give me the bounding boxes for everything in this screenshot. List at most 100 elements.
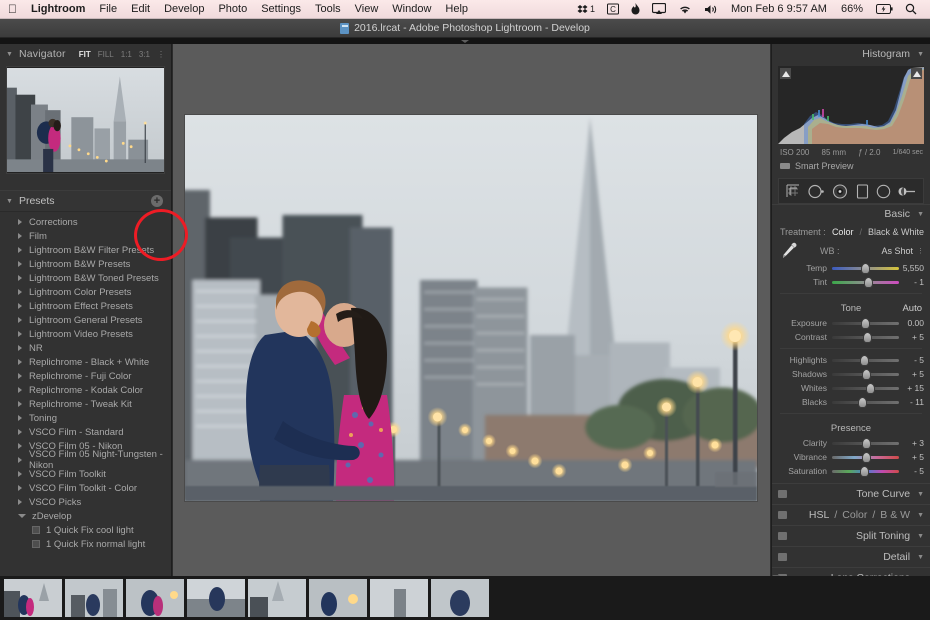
chevron-right-icon[interactable] xyxy=(18,457,22,463)
volume-icon[interactable] xyxy=(698,4,724,15)
panel-tone-curve[interactable]: Tone Curve ▼ xyxy=(772,483,930,504)
histogram-graph[interactable] xyxy=(778,66,924,144)
filmstrip-thumb[interactable] xyxy=(187,579,245,617)
preset-folder[interactable]: Lightroom B&W Toned Presets xyxy=(0,271,171,285)
chevron-right-icon[interactable] xyxy=(18,499,22,505)
preset-folder[interactable]: Lightroom Color Presets xyxy=(0,285,171,299)
preset-folder[interactable]: Replichrome - Kodak Color xyxy=(0,383,171,397)
slider-vibrance[interactable]: Vibrance + 5 xyxy=(772,450,930,464)
develop-canvas[interactable] xyxy=(185,115,757,501)
panel-detail[interactable]: Detail ▼ xyxy=(772,546,930,567)
chevron-right-icon[interactable] xyxy=(18,233,22,239)
character-viewer-icon[interactable]: C xyxy=(601,3,625,15)
slider-highlights-track[interactable] xyxy=(832,354,899,366)
slider-vibrance-track[interactable] xyxy=(832,451,899,463)
preset-folder[interactable]: Replichrome - Black + White xyxy=(0,355,171,369)
slider-whites[interactable]: Whites + 15 xyxy=(772,381,930,395)
chevron-right-icon[interactable] xyxy=(18,359,22,365)
chevron-down-icon[interactable]: ▼ xyxy=(6,198,13,205)
navigator-thumbnail[interactable] xyxy=(6,66,165,174)
chevron-right-icon[interactable] xyxy=(18,247,22,253)
chevron-right-icon[interactable] xyxy=(18,373,22,379)
chevron-right-icon[interactable] xyxy=(18,443,22,449)
wb-preset-dropdown[interactable]: As Shot ⋮ xyxy=(881,246,924,256)
panel-split-toning[interactable]: Split Toning ▼ xyxy=(772,525,930,546)
chevron-right-icon[interactable] xyxy=(18,289,22,295)
chevron-down-icon[interactable]: ▼ xyxy=(917,51,924,58)
hsl-bw-option[interactable]: B & W xyxy=(880,509,910,521)
filmstrip[interactable] xyxy=(0,576,930,620)
slider-blacks-track[interactable] xyxy=(832,396,899,408)
preset-folder[interactable]: VSCO Picks xyxy=(0,495,171,509)
chevron-down-icon[interactable]: ▼ xyxy=(917,554,924,561)
panel-toggle-switch[interactable] xyxy=(778,553,787,561)
chevron-down-icon[interactable]: ▼ xyxy=(6,51,13,58)
chevron-right-icon[interactable] xyxy=(18,429,22,435)
filmstrip-thumb[interactable] xyxy=(4,579,62,617)
slider-contrast[interactable]: Contrast + 5 xyxy=(772,330,930,344)
chevron-right-icon[interactable] xyxy=(18,345,22,351)
preset-folder[interactable]: Corrections xyxy=(0,215,171,229)
chevron-down-icon[interactable] xyxy=(18,514,26,518)
chevron-down-icon[interactable]: ▼ xyxy=(917,512,924,519)
slider-clarity[interactable]: Clarity + 3 xyxy=(772,436,930,450)
presets-header[interactable]: ▼ Presets + xyxy=(0,190,171,212)
filmstrip-thumb[interactable] xyxy=(370,579,428,617)
treatment-color-option[interactable]: Color xyxy=(832,227,854,237)
hsl-color-option[interactable]: Color xyxy=(842,509,867,521)
preset-folder[interactable]: Toning xyxy=(0,411,171,425)
basic-panel-header[interactable]: Basic ▼ xyxy=(772,204,930,223)
slider-contrast-track[interactable] xyxy=(832,331,899,343)
nav-mode-3-1[interactable]: 3:1 xyxy=(139,50,150,59)
white-balance-eyedropper-icon[interactable] xyxy=(780,241,798,261)
menu-window[interactable]: Window xyxy=(385,0,438,19)
slider-highlights-knob[interactable] xyxy=(859,354,869,366)
panel-hsl-color-bw[interactable]: HSL / Color / B & W ▼ xyxy=(772,504,930,525)
dropbox-icon[interactable]: 1 xyxy=(571,4,601,15)
slider-clarity-knob[interactable] xyxy=(862,437,872,449)
wifi-icon[interactable] xyxy=(672,4,698,15)
menu-settings[interactable]: Settings xyxy=(254,0,308,19)
slider-whites-knob[interactable] xyxy=(865,382,875,394)
slider-tint-knob[interactable] xyxy=(864,276,874,288)
preset-folder[interactable]: NR xyxy=(0,341,171,355)
slider-temp[interactable]: Temp 5,550 xyxy=(772,261,930,275)
preset-folder[interactable]: VSCO Film Toolkit - Color xyxy=(0,481,171,495)
treatment-bw-option[interactable]: Black & White xyxy=(868,227,924,237)
highlight-clipping-indicator[interactable] xyxy=(911,68,922,79)
menu-lightroom[interactable]: Lightroom xyxy=(24,0,92,19)
slider-exposure[interactable]: Exposure 0.00 xyxy=(772,316,930,330)
crop-overlay-tool[interactable] xyxy=(786,184,801,199)
slider-exposure-knob[interactable] xyxy=(861,317,870,329)
preset-folder[interactable]: Replichrome - Tweak Kit xyxy=(0,397,171,411)
shadow-clipping-indicator[interactable] xyxy=(780,68,791,79)
preset-folder[interactable]: Lightroom B&W Presets xyxy=(0,257,171,271)
nav-mode-1-1[interactable]: 1:1 xyxy=(121,50,132,59)
slider-exposure-track[interactable] xyxy=(832,317,899,329)
spotlight-search-icon[interactable] xyxy=(899,3,923,15)
menu-view[interactable]: View xyxy=(348,0,386,19)
slider-saturation[interactable]: Saturation - 5 xyxy=(772,464,930,478)
preset-folder[interactable]: Lightroom Video Presets xyxy=(0,327,171,341)
slider-tint[interactable]: Tint - 1 xyxy=(772,275,930,289)
slider-shadows-knob[interactable] xyxy=(862,368,872,380)
filmstrip-thumb[interactable] xyxy=(248,579,306,617)
chevron-right-icon[interactable] xyxy=(18,485,22,491)
slider-saturation-track[interactable] xyxy=(832,465,899,477)
slider-shadows[interactable]: Shadows + 5 xyxy=(772,367,930,381)
apple-logo-icon[interactable]:  xyxy=(0,2,24,16)
preset-folder[interactable]: Lightroom Effect Presets xyxy=(0,299,171,313)
chevron-right-icon[interactable] xyxy=(18,471,22,477)
chevron-down-icon[interactable] xyxy=(461,39,469,43)
adjustment-brush-tool[interactable] xyxy=(898,184,916,199)
red-eye-correction-tool[interactable] xyxy=(832,183,848,199)
preset-item[interactable]: 1 Quick Fix cool light xyxy=(0,523,171,537)
preset-folder[interactable]: Film xyxy=(0,229,171,243)
slider-temp-knob[interactable] xyxy=(861,262,870,274)
navigator-header[interactable]: ▼ Navigator FIT FILL 1:1 3:1 ⋮ xyxy=(0,44,171,64)
battery-percent[interactable]: 66% xyxy=(834,0,870,19)
menu-tools[interactable]: Tools xyxy=(308,0,348,19)
chevron-right-icon[interactable] xyxy=(18,331,22,337)
spot-removal-tool[interactable] xyxy=(808,184,825,199)
radial-filter-tool[interactable] xyxy=(876,184,891,199)
